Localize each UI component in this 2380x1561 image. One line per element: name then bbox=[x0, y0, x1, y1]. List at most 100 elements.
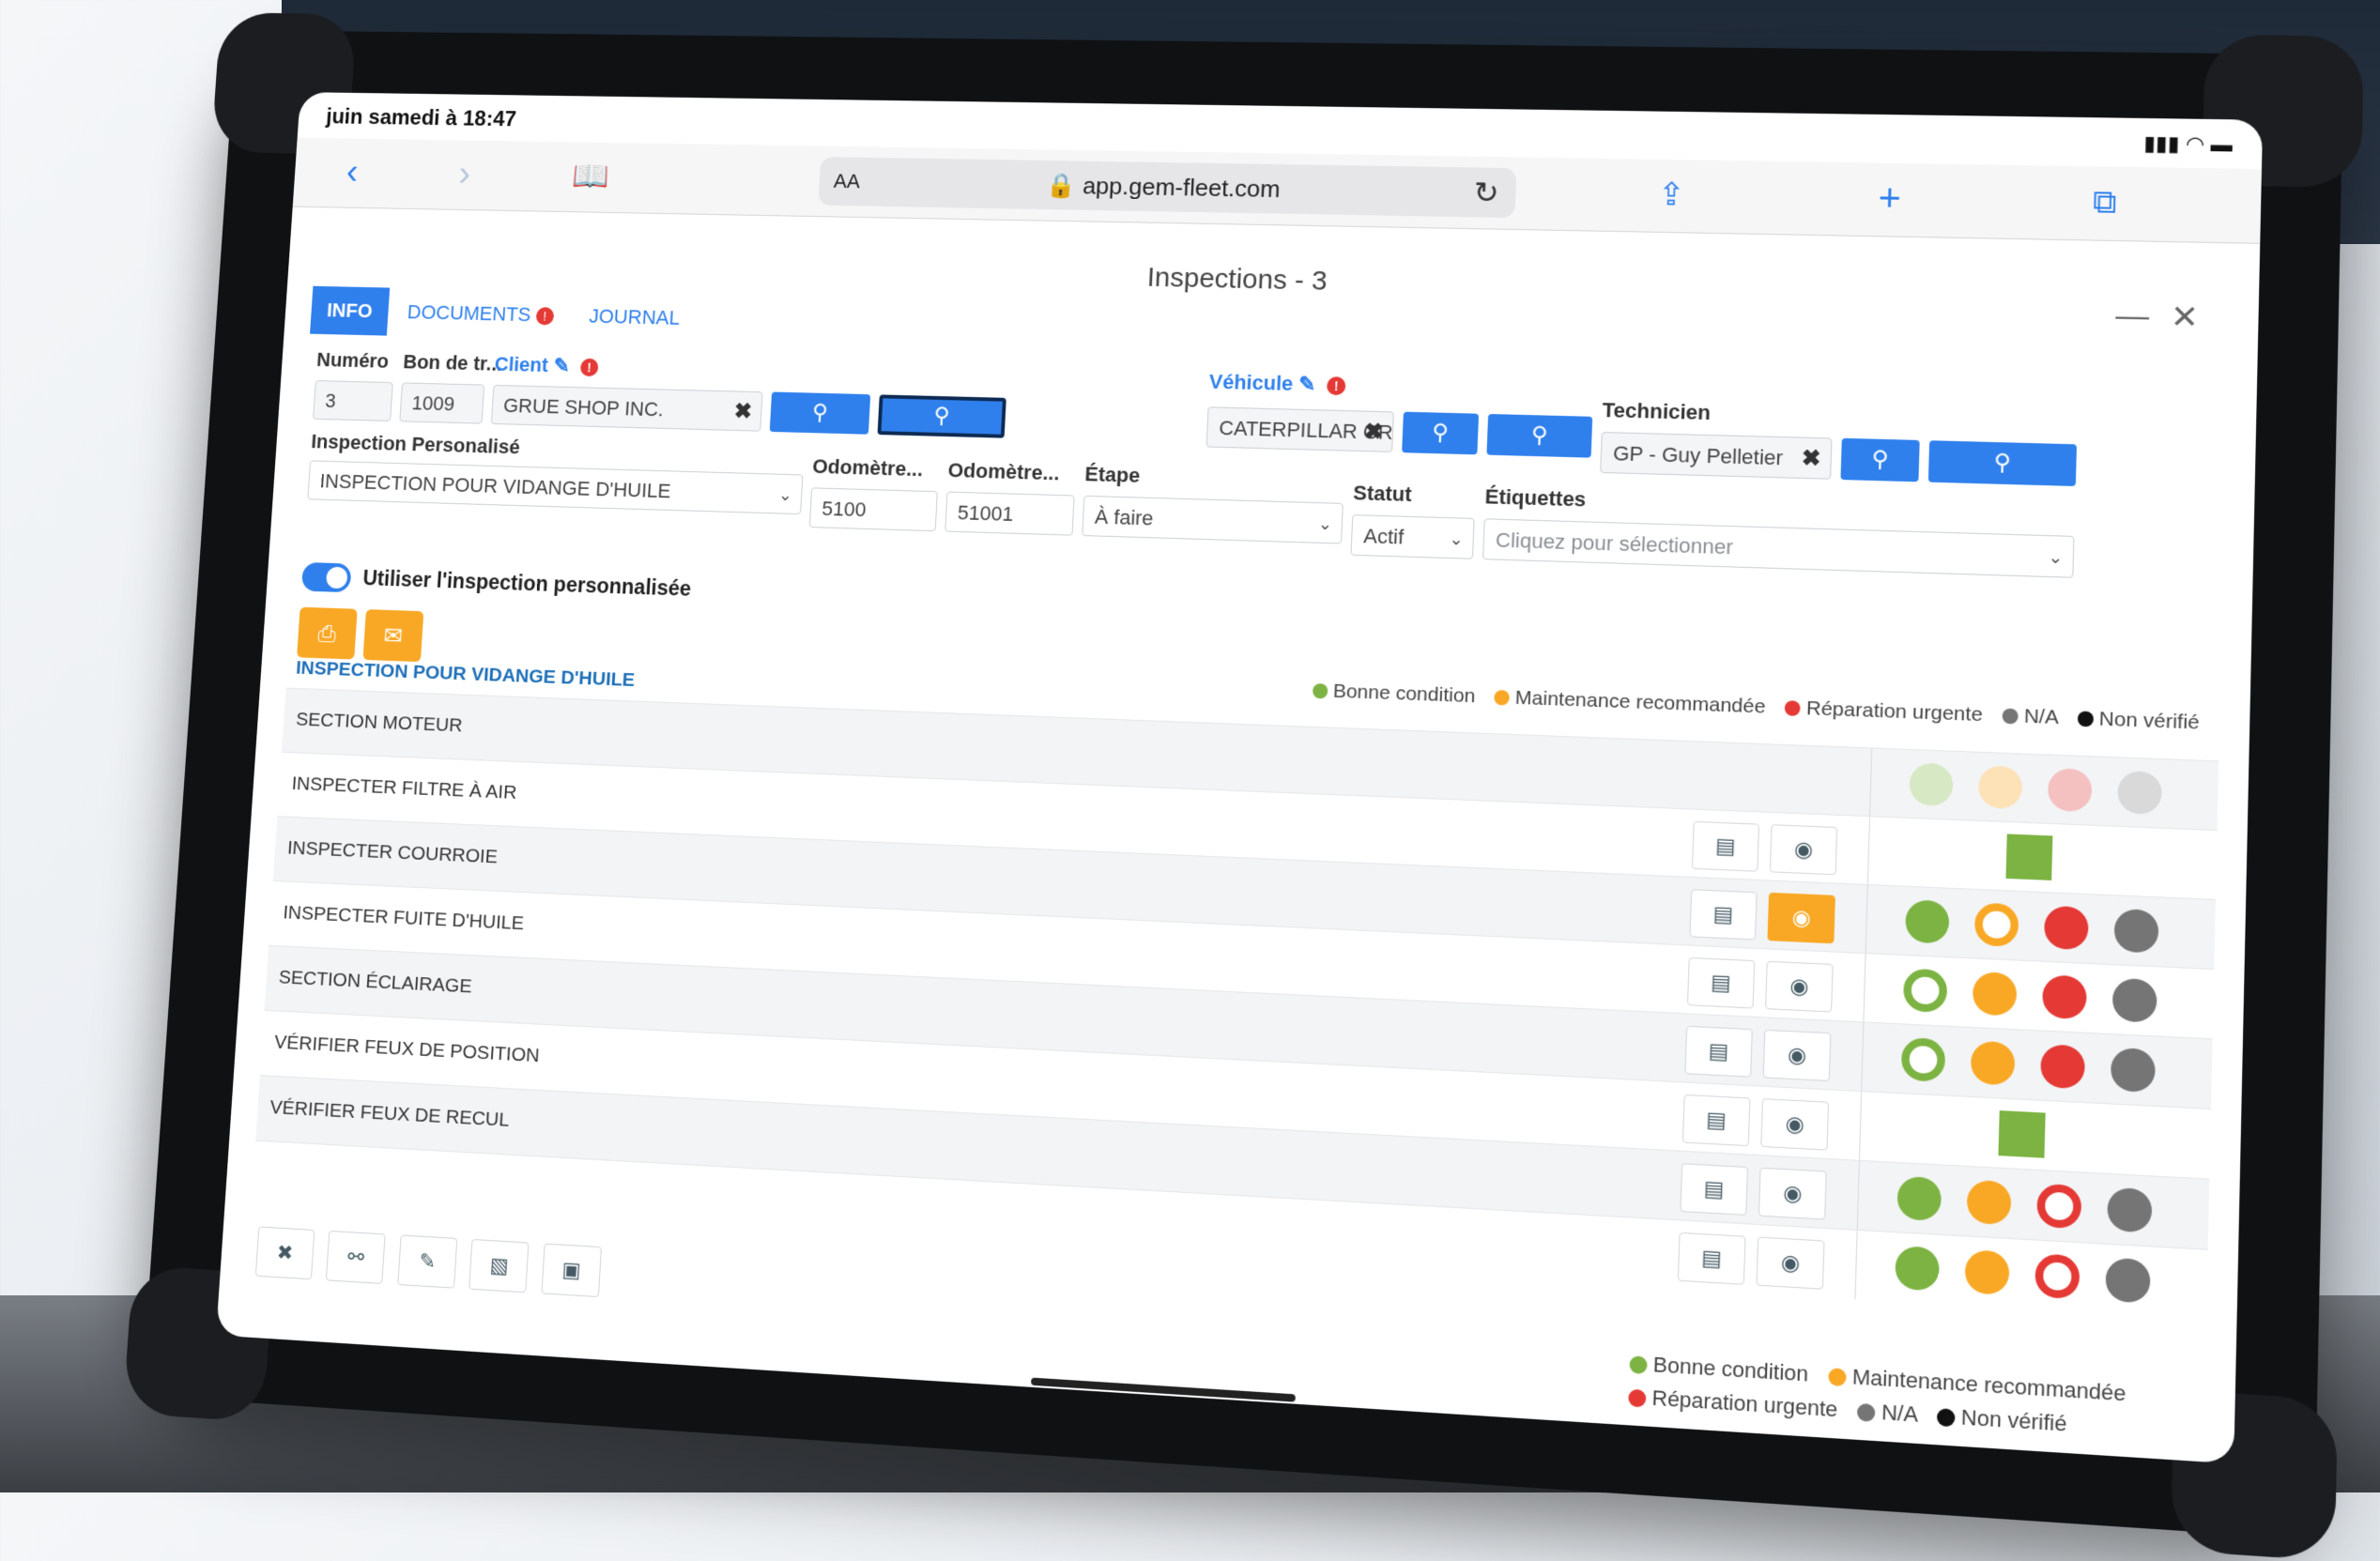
maint-option[interactable] bbox=[1966, 1179, 2012, 1226]
legend-good: Bonne condition bbox=[1332, 680, 1476, 708]
search-vehicule-alt-button[interactable]: ⚲ bbox=[1486, 413, 1593, 458]
vehicule-label[interactable]: Véhicule ✎ ! bbox=[1208, 370, 1346, 397]
client-label[interactable]: Client ✎ ! bbox=[494, 353, 599, 379]
na-option[interactable] bbox=[2110, 1047, 2157, 1094]
na-option[interactable] bbox=[2107, 1186, 2153, 1233]
note-button[interactable]: ▤ bbox=[1680, 1163, 1749, 1216]
close-icon[interactable]: ✕ bbox=[2170, 298, 2199, 337]
photo-button[interactable]: ◉ bbox=[1762, 1029, 1832, 1081]
email-button[interactable]: ✉ bbox=[362, 609, 424, 663]
good-status-square[interactable] bbox=[2005, 834, 2053, 880]
maint-option[interactable] bbox=[1964, 1249, 2010, 1295]
photo-button[interactable]: ◉ bbox=[1767, 892, 1835, 944]
note-icon: ▤ bbox=[1708, 1038, 1729, 1064]
share-icon[interactable]: ⇪ bbox=[1657, 173, 1686, 218]
edit-button[interactable]: ✎ bbox=[397, 1234, 458, 1289]
back-icon[interactable]: ‹ bbox=[345, 151, 360, 193]
good-option-selected[interactable] bbox=[1902, 968, 1948, 1014]
all-maint-option[interactable] bbox=[1977, 765, 2023, 810]
forward-icon[interactable]: › bbox=[457, 153, 471, 195]
column-divider bbox=[1866, 817, 1871, 885]
bookmarks-icon[interactable]: 📖 bbox=[571, 155, 610, 198]
statut-select[interactable]: Actif ⌄ bbox=[1350, 514, 1475, 559]
numero-field: 3 bbox=[313, 380, 393, 421]
na-option[interactable] bbox=[2105, 1257, 2151, 1304]
odometre1-label: Odomètre... bbox=[811, 454, 924, 482]
etape-select[interactable]: À faire ⌄ bbox=[1082, 495, 1344, 544]
photo-button[interactable]: ◉ bbox=[1765, 960, 1834, 1013]
all-na-option[interactable] bbox=[2117, 770, 2163, 816]
delete-button[interactable]: ✖ bbox=[254, 1226, 315, 1280]
tabs-icon[interactable]: ⧉ bbox=[2093, 179, 2118, 225]
photo-button[interactable]: ◉ bbox=[1769, 824, 1838, 876]
vehicule-field[interactable]: CATERPILLAR CRO ✖ bbox=[1205, 406, 1394, 452]
unverified-dot-icon bbox=[2077, 711, 2094, 727]
search-client-alt-button[interactable]: ⚲ bbox=[877, 394, 1006, 438]
search-client-button[interactable]: ⚲ bbox=[769, 391, 871, 435]
good-option[interactable] bbox=[1896, 1175, 1942, 1222]
note-button[interactable]: ▤ bbox=[1677, 1232, 1746, 1285]
custom-inspection-toggle[interactable] bbox=[300, 561, 352, 593]
maint-option[interactable] bbox=[1970, 1040, 2016, 1086]
clear-vehicule-icon[interactable]: ✖ bbox=[1363, 412, 1384, 452]
note-button[interactable]: ▤ bbox=[1684, 1025, 1753, 1078]
urgent-option[interactable] bbox=[2040, 1044, 2086, 1090]
column-divider bbox=[1858, 1092, 1863, 1160]
inspection-title: INSPECTION POUR VIDANGE D'HUILE bbox=[295, 657, 636, 691]
etiquettes-select[interactable]: Cliquez pour sélectionner ⌄ bbox=[1482, 518, 2075, 578]
column-divider bbox=[1863, 954, 1866, 1022]
note-button[interactable]: ▤ bbox=[1681, 1094, 1751, 1147]
good-option[interactable] bbox=[1895, 1245, 1941, 1292]
clear-client-icon[interactable]: ✖ bbox=[733, 391, 754, 431]
note-button[interactable]: ▤ bbox=[1689, 889, 1758, 941]
good-option[interactable] bbox=[1904, 899, 1950, 944]
invoice-button[interactable]: ▣ bbox=[541, 1243, 602, 1298]
link-button[interactable]: ⚯ bbox=[326, 1230, 387, 1284]
search-technicien-alt-button[interactable]: ⚲ bbox=[1927, 440, 2078, 487]
tab-journal[interactable]: JOURNAL bbox=[572, 292, 697, 344]
print-button[interactable]: ⎙ bbox=[297, 606, 358, 660]
search-technicien-button[interactable]: ⚲ bbox=[1840, 437, 1920, 482]
urgent-option-selected[interactable] bbox=[2035, 1253, 2081, 1300]
photo-button[interactable]: ◉ bbox=[1756, 1236, 1825, 1290]
reload-icon[interactable]: ↻ bbox=[1473, 175, 1499, 210]
urgent-option[interactable] bbox=[2041, 974, 2087, 1020]
new-tab-icon[interactable]: + bbox=[1878, 176, 1902, 221]
na-option[interactable] bbox=[2111, 977, 2157, 1023]
good-dot-icon bbox=[1312, 683, 1328, 699]
all-good-option[interactable] bbox=[1909, 762, 1954, 807]
note-button[interactable]: ▤ bbox=[1686, 956, 1756, 1009]
maint-option[interactable] bbox=[1972, 971, 2018, 1017]
maint-option-selected[interactable] bbox=[1973, 902, 2019, 947]
na-option[interactable] bbox=[2113, 908, 2159, 954]
row-label: SECTION MOTEUR bbox=[295, 709, 464, 737]
technicien-field[interactable]: GP - Guy Pelletier ✖ bbox=[1600, 432, 1833, 480]
tab-documents[interactable]: DOCUMENTS! bbox=[391, 288, 572, 341]
url-bar[interactable]: AA 🔒 app.gem-fleet.com ↻ bbox=[818, 157, 1517, 219]
row-label: VÉRIFIER FEUX DE POSITION bbox=[273, 1031, 541, 1067]
edit-icon[interactable]: ✎ bbox=[553, 354, 571, 376]
bon-field[interactable]: 1009 bbox=[399, 382, 485, 424]
edit-icon[interactable]: ✎ bbox=[1298, 372, 1316, 395]
odometre1-field[interactable]: 5100 bbox=[808, 487, 938, 532]
photo-button[interactable]: ◉ bbox=[1760, 1098, 1830, 1151]
client-field[interactable]: GRUE SHOP INC. ✖ bbox=[490, 384, 763, 432]
odometre2-field[interactable]: 51001 bbox=[944, 491, 1075, 536]
search-vehicule-button[interactable]: ⚲ bbox=[1402, 411, 1480, 455]
urgent-option-selected[interactable] bbox=[2036, 1183, 2082, 1230]
clear-technicien-icon[interactable]: ✖ bbox=[1801, 438, 1821, 480]
photo-button[interactable]: ◉ bbox=[1758, 1167, 1827, 1220]
all-urgent-option[interactable] bbox=[2047, 768, 2093, 813]
good-status-square[interactable] bbox=[1998, 1110, 2046, 1158]
minimize-icon[interactable]: — bbox=[2115, 297, 2150, 334]
lock-icon: 🔒 bbox=[1046, 171, 1077, 200]
pdf-icon: ▧ bbox=[489, 1253, 510, 1278]
good-option-selected[interactable] bbox=[1900, 1036, 1946, 1082]
insp-select[interactable]: INSPECTION POUR VIDANGE D'HUILE ⌄ bbox=[307, 460, 804, 515]
tab-info[interactable]: INFO bbox=[310, 285, 390, 336]
note-button[interactable]: ▤ bbox=[1691, 820, 1760, 872]
legend-maint: Maintenance recommandée bbox=[1514, 686, 1767, 718]
statut-label: Statut bbox=[1352, 481, 1413, 507]
urgent-option[interactable] bbox=[2043, 905, 2089, 951]
pdf-button[interactable]: ▧ bbox=[468, 1238, 530, 1293]
